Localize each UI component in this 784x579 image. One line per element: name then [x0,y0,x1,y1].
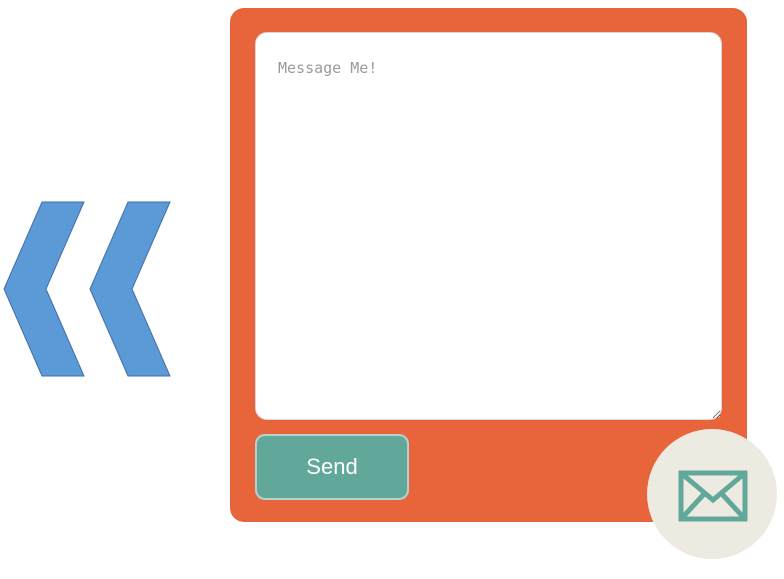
send-button[interactable]: Send [255,434,409,500]
message-textarea[interactable] [255,32,722,420]
envelope-icon [678,470,748,522]
mail-toggle-button[interactable] [647,429,777,559]
double-chevron-left-icon [3,201,171,377]
collapse-panel-button[interactable] [2,200,172,378]
contact-widget: Send [0,0,784,579]
